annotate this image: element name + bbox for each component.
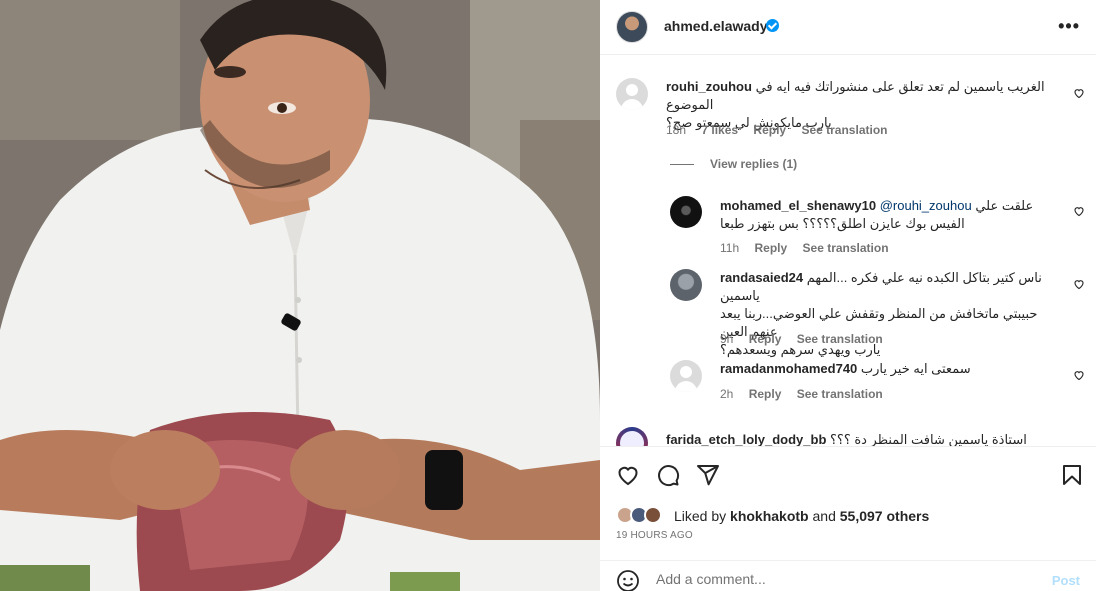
post-photo-illustration — [0, 0, 600, 591]
liker-avatar[interactable] — [644, 506, 662, 524]
comment-like-heart-icon[interactable] — [1073, 278, 1085, 290]
comment-input[interactable] — [656, 571, 1036, 587]
post-button[interactable]: Post — [1052, 573, 1080, 588]
emoji-icon[interactable] — [616, 569, 640, 591]
reply-meta: 9h Reply See translation — [720, 332, 895, 346]
reply-button[interactable]: Reply — [753, 123, 786, 137]
commenter-avatar[interactable] — [616, 78, 648, 110]
author-username[interactable]: ahmed.elawady — [664, 18, 768, 34]
reply-time: 2h — [720, 387, 734, 401]
comment-meta: 18h 7 likes Reply See translation — [666, 123, 899, 137]
reply-button[interactable]: Reply — [749, 332, 782, 346]
comment-username[interactable]: farida_etch_loly_dody_bb — [666, 432, 826, 446]
reply-username[interactable]: randasaied24 — [720, 270, 803, 285]
verified-badge-icon — [766, 19, 779, 32]
comment-like-heart-icon[interactable] — [1073, 369, 1085, 381]
see-translation-button[interactable]: See translation — [801, 123, 887, 137]
reply-time: 11h — [720, 241, 740, 255]
likes-summary: Liked by khokhakotb and 55,097 others — [616, 504, 1086, 526]
comment-like-heart-icon[interactable] — [1073, 205, 1085, 217]
heart-icon[interactable] — [616, 463, 640, 487]
see-translation-button[interactable]: See translation — [803, 241, 889, 255]
post-header: ahmed.elawady ••• — [600, 0, 1096, 55]
commenter-avatar[interactable] — [670, 269, 702, 301]
view-replies-button[interactable]: View replies (1) — [670, 157, 797, 171]
reply-username[interactable]: mohamed_el_shenawy10 — [720, 198, 876, 213]
comment-like-heart-icon[interactable] — [1073, 87, 1085, 99]
reply-text: علقت علي — [975, 198, 1034, 213]
comment-likes[interactable]: 7 likes — [701, 123, 738, 137]
reply-item: mohamed_el_shenawy10 @rouhi_zouhou علقت … — [720, 197, 1040, 233]
reply-text: سمعتى ايه خير يارب — [860, 361, 971, 376]
see-translation-button[interactable]: See translation — [797, 387, 883, 401]
liker-username[interactable]: khokhakotb — [730, 508, 809, 524]
more-options-icon[interactable]: ••• — [1058, 16, 1080, 37]
reply-text-cont: الفيس بوك عايزن اطلق؟؟؟؟؟ بس بتهزر طبعا — [720, 216, 965, 231]
post-timestamp[interactable]: 19 HOURS AGO — [616, 530, 693, 541]
send-icon[interactable] — [696, 463, 720, 487]
see-translation-button[interactable]: See translation — [797, 332, 883, 346]
bookmark-icon[interactable] — [1060, 463, 1084, 487]
add-comment-bar: Post — [600, 560, 1096, 591]
commenter-avatar[interactable] — [616, 427, 648, 446]
comment-icon[interactable] — [656, 463, 680, 487]
reply-button[interactable]: Reply — [754, 241, 787, 255]
reply-username[interactable]: ramadanmohamed740 — [720, 361, 857, 376]
reply-meta: 11h Reply See translation — [720, 241, 901, 255]
reply-button[interactable]: Reply — [749, 387, 782, 401]
reply-time: 9h — [720, 332, 734, 346]
likes-prefix: Liked by — [674, 508, 727, 524]
action-bar — [600, 446, 1096, 487]
likes-middle: and — [812, 508, 836, 524]
post-detail-panel: ahmed.elawady ••• rouhi_zouhou الغريب يا… — [600, 0, 1096, 591]
likes-text: Liked by khokhakotb and 55,097 others — [674, 508, 929, 524]
comments-list[interactable]: rouhi_zouhou الغريب ياسمين لم تعد تعلق ع… — [600, 56, 1096, 446]
reply-item: ramadanmohamed740 سمعتى ايه خير يارب — [720, 360, 1050, 378]
comment-item: farida_etch_loly_dody_bb استاذة ياسمين ش… — [666, 431, 1046, 446]
commenter-avatar[interactable] — [670, 196, 702, 228]
reply-meta: 2h Reply See translation — [720, 387, 895, 401]
comment-username[interactable]: rouhi_zouhou — [666, 79, 752, 94]
author-avatar[interactable] — [616, 11, 648, 43]
commenter-avatar[interactable] — [670, 360, 702, 392]
mention-link[interactable]: @rouhi_zouhou — [880, 198, 972, 213]
likes-count[interactable]: 55,097 others — [840, 508, 930, 524]
comment-time: 18h — [666, 123, 687, 137]
comment-text: استاذة ياسمين شافت المنظر دة ؟؟؟ — [830, 432, 1027, 446]
post-photo[interactable] — [0, 0, 600, 591]
